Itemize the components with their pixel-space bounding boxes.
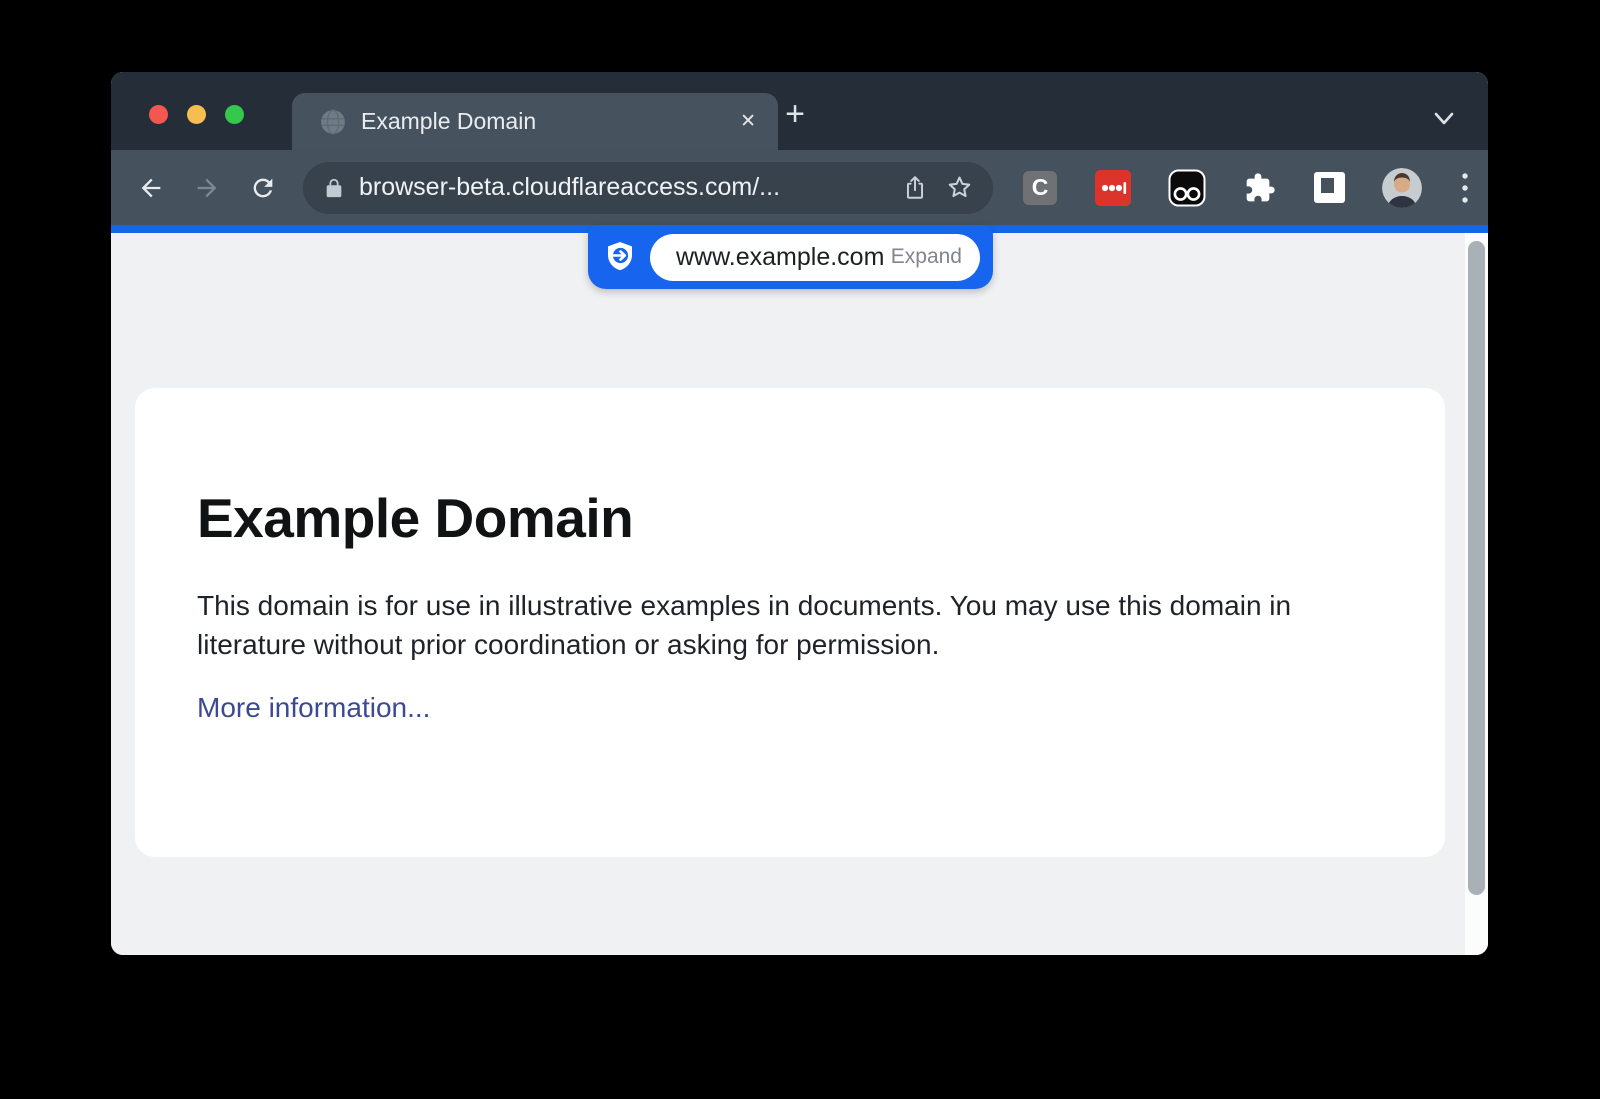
fullscreen-window-button[interactable] xyxy=(225,105,244,124)
bookmark-star-icon[interactable] xyxy=(946,174,973,201)
isolation-domain-pill[interactable]: www.example.com Expand xyxy=(650,234,980,281)
reload-button[interactable] xyxy=(239,164,287,212)
back-button[interactable] xyxy=(127,164,175,212)
extensions-row: C xyxy=(1023,168,1470,208)
close-window-button[interactable] xyxy=(149,105,168,124)
new-tab-button[interactable]: + xyxy=(773,92,817,136)
extension-c-icon[interactable]: C xyxy=(1023,171,1057,205)
password-manager-extension-icon[interactable] xyxy=(1095,170,1131,206)
toolbar: browser-beta.cloudflareaccess.com/... C xyxy=(111,150,1488,225)
content-card: Example Domain This domain is for use in… xyxy=(135,388,1445,857)
extensions-puzzle-icon[interactable] xyxy=(1244,172,1276,204)
more-information-link[interactable]: More information... xyxy=(197,692,430,724)
scrollbar-thumb[interactable] xyxy=(1468,241,1485,895)
tab-close-icon[interactable]: ✕ xyxy=(740,110,756,133)
share-icon[interactable] xyxy=(902,175,928,201)
minimize-window-button[interactable] xyxy=(187,105,206,124)
browser-window: Example Domain ✕ + browser-beta.cloudfla… xyxy=(111,72,1488,955)
globe-favicon-icon xyxy=(320,109,346,135)
profile-avatar[interactable] xyxy=(1382,168,1422,208)
two-circles-extension-icon[interactable] xyxy=(1168,169,1206,207)
isolation-badge: www.example.com Expand xyxy=(588,225,993,289)
page-heading: Example Domain xyxy=(197,486,1445,550)
browser-menu-icon[interactable] xyxy=(1460,171,1470,205)
tab-strip: Example Domain ✕ + xyxy=(111,72,1488,150)
shield-arrow-icon xyxy=(603,240,637,274)
isolated-domain-text: www.example.com xyxy=(676,243,891,272)
tab-example-domain[interactable]: Example Domain ✕ xyxy=(292,93,778,150)
page-paragraph: This domain is for use in illustrative e… xyxy=(197,586,1352,664)
url-text[interactable]: browser-beta.cloudflareaccess.com/... xyxy=(359,173,884,202)
tab-search-chevron-icon[interactable] xyxy=(1432,110,1456,128)
lock-icon xyxy=(323,177,345,199)
tab-title: Example Domain xyxy=(361,108,740,135)
side-panel-icon[interactable] xyxy=(1314,172,1345,203)
page-viewport: Example Domain This domain is for use in… xyxy=(111,233,1488,955)
scrollbar-track[interactable] xyxy=(1465,233,1488,955)
address-bar[interactable]: browser-beta.cloudflareaccess.com/... xyxy=(303,162,993,214)
forward-button[interactable] xyxy=(183,164,231,212)
window-controls xyxy=(149,105,244,124)
expand-button[interactable]: Expand xyxy=(891,245,962,269)
